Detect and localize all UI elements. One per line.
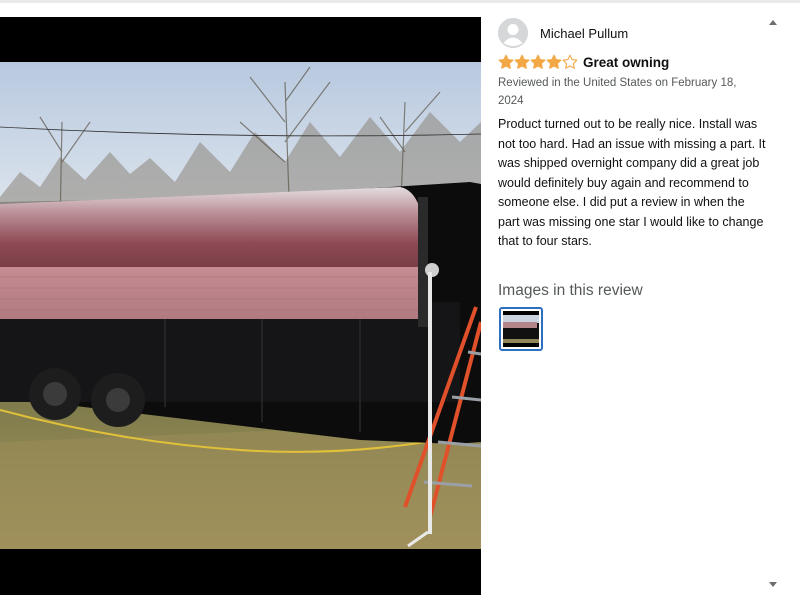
user-avatar-icon bbox=[498, 18, 528, 48]
star-filled-icon bbox=[546, 54, 562, 69]
star-rating bbox=[498, 54, 578, 70]
review-photo bbox=[0, 62, 481, 549]
review-image-thumbnail[interactable] bbox=[499, 307, 543, 351]
reviewer-name[interactable]: Michael Pullum bbox=[540, 26, 628, 41]
top-border bbox=[0, 0, 800, 3]
thumbnail-image bbox=[503, 311, 539, 347]
review-panel: Michael Pullum Great owning Reviewed in … bbox=[482, 17, 766, 595]
star-filled-icon bbox=[514, 54, 530, 69]
triangle-down-icon[interactable] bbox=[769, 582, 777, 587]
triangle-up-icon[interactable] bbox=[769, 20, 777, 25]
review-scrollbar[interactable] bbox=[766, 17, 780, 595]
media-viewer[interactable] bbox=[0, 17, 481, 595]
reviewer-profile[interactable]: Michael Pullum bbox=[498, 17, 628, 49]
star-filled-icon bbox=[498, 54, 514, 69]
review-body: Product turned out to be really nice. In… bbox=[498, 117, 766, 248]
rating-row: Great owning bbox=[498, 53, 669, 71]
star-filled-icon bbox=[530, 54, 546, 69]
star-empty-icon bbox=[562, 54, 578, 69]
review-title: Great owning bbox=[583, 54, 670, 70]
review-image-viewer: Michael Pullum Great owning Reviewed in … bbox=[0, 0, 800, 600]
review-date: Reviewed in the United States on Februar… bbox=[498, 77, 737, 107]
right-margin bbox=[780, 17, 800, 595]
images-heading: Images in this review bbox=[498, 282, 643, 299]
